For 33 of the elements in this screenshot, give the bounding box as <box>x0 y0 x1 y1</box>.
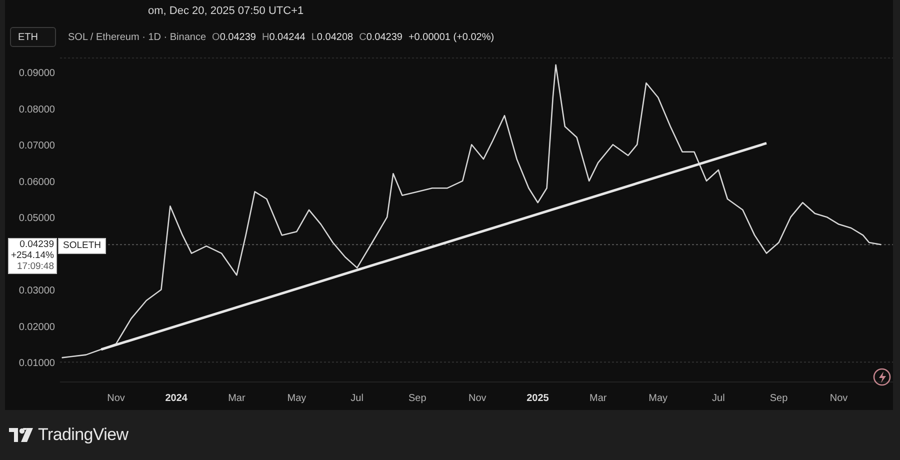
x-axis-label: Nov <box>468 393 486 404</box>
change-percent: +254.14% <box>10 250 54 262</box>
x-axis-label: Jul <box>712 393 725 404</box>
ohlc-value: O0.04239 <box>212 32 256 42</box>
x-axis-label: Nov <box>107 393 125 404</box>
x-axis-label: 2025 <box>526 393 549 404</box>
x-axis-label: Mar <box>228 393 246 404</box>
ohlc-value: C0.04239 <box>359 32 402 42</box>
x-axis-label: 2024 <box>165 393 188 404</box>
x-axis-label: Mar <box>590 393 607 404</box>
ohlc-value: L0.04208 <box>311 32 354 42</box>
x-axis-label: Nov <box>830 393 848 404</box>
chart-caption: om, Dec 20, 2025 07:50 UTC+1 <box>148 5 304 17</box>
brand-name: TradingView <box>38 425 128 445</box>
symbol-tag: SOLETH <box>58 238 106 254</box>
last-price: 0.04239 <box>20 239 54 250</box>
y-axis-label: 0.06000 <box>18 176 55 188</box>
y-axis-label: 0.08000 <box>18 104 55 116</box>
y-axis-label: 0.02000 <box>18 322 55 333</box>
y-axis-label: 0.03000 <box>18 286 55 297</box>
bar-countdown: 17:09:48 <box>17 261 54 272</box>
price-change: +0.00001 (+0.02%) <box>408 32 494 42</box>
x-axis-label: May <box>287 393 306 404</box>
x-axis-label: Jul <box>350 393 364 404</box>
y-axis-label: 0.07000 <box>18 140 55 152</box>
y-axis-label: 0.05000 <box>18 213 55 224</box>
y-axis-label: 0.01000 <box>18 358 55 370</box>
x-axis-label: Sep <box>770 393 788 404</box>
x-axis-label: May <box>648 393 668 404</box>
y-axis-label: 0.09000 <box>18 68 55 80</box>
x-axis-label: Sep <box>408 393 426 404</box>
symbol-title: SOL / Ethereum · 1D · Binance <box>68 32 206 42</box>
ohlc-value: H0.04244 <box>262 32 306 42</box>
